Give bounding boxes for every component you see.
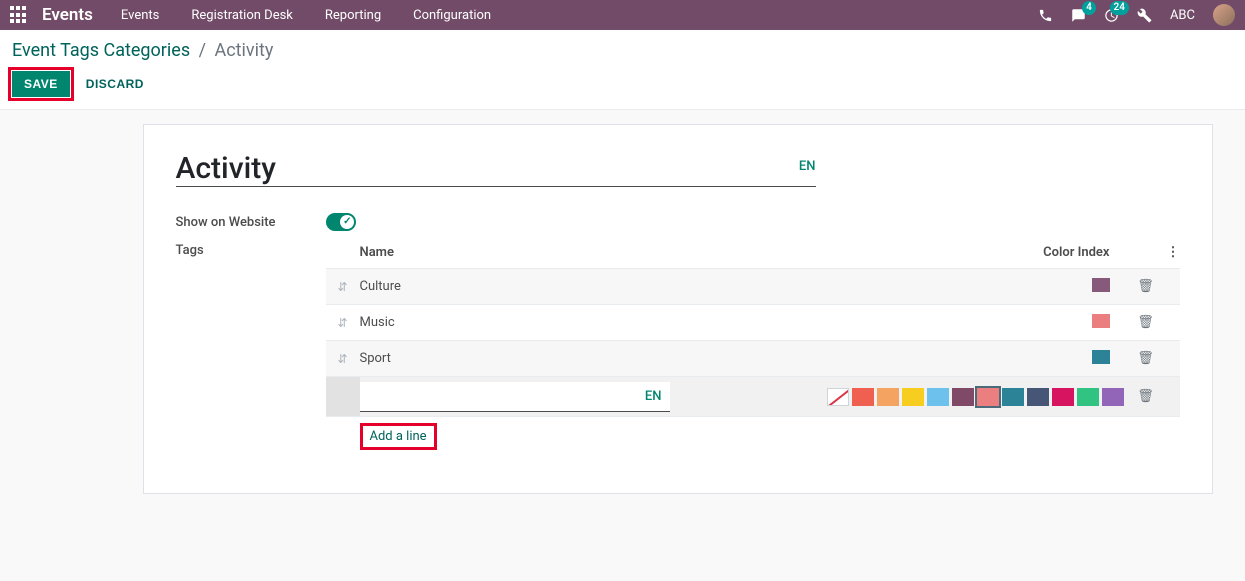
color-swatch[interactable] [1092, 314, 1110, 328]
show-on-website-label: Show on Website [176, 215, 326, 230]
title-lang-button[interactable]: EN [799, 151, 816, 174]
form-sheet: Activity EN Show on Website ✓ Tags Name … [143, 124, 1213, 494]
delete-row-icon[interactable]: 🗑 [1130, 279, 1162, 294]
breadcrumb: Event Tags Categories / Activity [12, 40, 1233, 61]
breadcrumb-sep: / [195, 40, 210, 61]
drag-handle-placeholder [326, 377, 360, 416]
palette-swatch[interactable] [927, 388, 949, 406]
tools-icon[interactable] [1137, 8, 1152, 23]
delete-row-icon[interactable]: 🗑 [1130, 315, 1162, 330]
nav-item-reporting[interactable]: Reporting [325, 8, 381, 23]
palette-swatch[interactable] [1102, 388, 1124, 406]
drag-handle-icon[interactable]: ⇵ [326, 316, 360, 330]
delete-row-icon[interactable]: 🗑 [1130, 389, 1162, 404]
messages-icon[interactable]: 4 [1071, 8, 1086, 23]
table-header: Name Color Index ⋮ [326, 239, 1180, 268]
brand[interactable]: Events [42, 5, 93, 25]
palette-swatch[interactable] [1052, 388, 1074, 406]
title-row: Activity EN [176, 151, 816, 187]
table-row[interactable]: ⇵ Music 🗑 [326, 304, 1180, 340]
breadcrumb-current: Activity [215, 40, 274, 61]
discard-button[interactable]: DISCARD [82, 71, 148, 97]
save-button[interactable]: SAVE [12, 71, 70, 97]
user-name[interactable]: ABC [1170, 8, 1195, 23]
column-menu-icon[interactable]: ⋮ [1162, 245, 1180, 260]
drag-handle-icon[interactable]: ⇵ [326, 280, 360, 294]
table-row[interactable]: ⇵ Culture 🗑 [326, 268, 1180, 304]
apps-icon[interactable] [10, 6, 28, 24]
avatar[interactable] [1213, 4, 1235, 26]
add-line-link[interactable]: Add a line [360, 423, 437, 450]
table-row[interactable]: ⇵ Sport 🗑 [326, 340, 1180, 376]
drag-handle-icon[interactable]: ⇵ [326, 352, 360, 366]
nav-item-registration-desk[interactable]: Registration Desk [191, 8, 293, 23]
sheet-wrap: Activity EN Show on Website ✓ Tags Name … [0, 110, 1245, 494]
palette-swatch[interactable] [877, 388, 899, 406]
row-name[interactable]: Music [360, 315, 1020, 330]
table-editing-row: EN [326, 376, 1180, 416]
color-swatch[interactable] [1092, 350, 1110, 364]
activities-icon[interactable]: 24 [1104, 8, 1119, 23]
nav-item-configuration[interactable]: Configuration [413, 8, 491, 23]
palette-swatch[interactable] [1077, 388, 1099, 406]
tags-row: Tags Name Color Index ⋮ ⇵ Culture 🗑 [176, 239, 1180, 456]
nav-item-events[interactable]: Events [121, 8, 159, 23]
color-swatch[interactable] [1092, 278, 1110, 292]
col-color-header: Color Index [1020, 245, 1130, 260]
phone-icon[interactable] [1038, 8, 1053, 23]
title-input[interactable]: Activity [176, 151, 799, 186]
show-on-website-toggle[interactable]: ✓ [326, 213, 356, 231]
breadcrumb-root[interactable]: Event Tags Categories [12, 40, 190, 61]
new-tag-lang-button[interactable]: EN [645, 389, 662, 404]
palette-swatch[interactable] [977, 388, 999, 406]
messages-badge: 4 [1082, 1, 1096, 15]
add-line-row: Add a line [326, 416, 1180, 456]
palette-swatch[interactable] [902, 388, 924, 406]
nav-right: 4 24 ABC [1038, 4, 1235, 26]
show-on-website-row: Show on Website ✓ [176, 213, 1180, 231]
palette-swatch[interactable] [852, 388, 874, 406]
new-tag-name-input[interactable] [360, 389, 645, 404]
row-name[interactable]: Sport [360, 351, 1020, 366]
tags-table: Name Color Index ⋮ ⇵ Culture 🗑 ⇵ Music [326, 239, 1180, 456]
palette-none[interactable] [827, 388, 849, 406]
color-palette [670, 388, 1130, 406]
nav-items: Events Registration Desk Reporting Confi… [121, 8, 491, 23]
control-bar: Event Tags Categories / Activity SAVE DI… [0, 30, 1245, 110]
tags-label: Tags [176, 239, 326, 258]
col-name-header: Name [360, 245, 1020, 260]
palette-swatch[interactable] [1002, 388, 1024, 406]
top-nav: Events Events Registration Desk Reportin… [0, 0, 1245, 30]
palette-swatch[interactable] [952, 388, 974, 406]
delete-row-icon[interactable]: 🗑 [1130, 351, 1162, 366]
row-name[interactable]: Culture [360, 279, 1020, 294]
palette-swatch[interactable] [1027, 388, 1049, 406]
activities-badge: 24 [1110, 1, 1129, 15]
